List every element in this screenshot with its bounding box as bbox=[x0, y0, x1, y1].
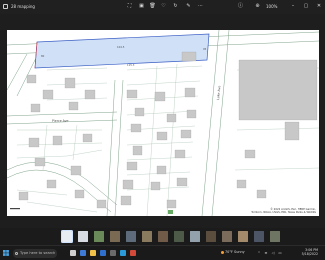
edge-icon[interactable] bbox=[80, 250, 86, 256]
minimize-button[interactable]: – bbox=[289, 3, 297, 10]
title-bar: 28 mapping ⛶ ▣ 🗑 ♡ ↻ ✎ ⋯ ⓘ ⊕ 100% – ▢ ✕ bbox=[0, 0, 325, 14]
task-view-icon[interactable] bbox=[70, 250, 76, 256]
chrome-icon[interactable] bbox=[130, 250, 136, 256]
network-icon[interactable]: ≡ bbox=[264, 251, 268, 255]
chevron-up-icon[interactable]: ^ bbox=[257, 251, 261, 255]
delete-icon[interactable]: 🗑 bbox=[149, 3, 156, 10]
green-marker-icon bbox=[168, 210, 173, 214]
map-image[interactable]: Pierce Ave Lake Ave 104.5 80 115.3 95 © … bbox=[7, 30, 319, 216]
window-title: 28 mapping bbox=[11, 4, 35, 9]
filmstrip-thumb[interactable] bbox=[94, 231, 104, 242]
sun-icon bbox=[221, 250, 224, 254]
maximize-button[interactable]: ▢ bbox=[302, 3, 310, 10]
filmstrip-thumb[interactable] bbox=[254, 231, 264, 242]
filmstrip-thumb[interactable] bbox=[174, 231, 184, 242]
taskbar-search[interactable]: Type here to search bbox=[13, 249, 57, 258]
volume-icon[interactable]: ◁ bbox=[271, 251, 275, 255]
filmstrip bbox=[0, 228, 325, 245]
photos-icon[interactable] bbox=[120, 250, 126, 256]
crop-icon[interactable]: ▣ bbox=[138, 3, 145, 10]
filmstrip-thumb[interactable] bbox=[61, 230, 73, 243]
info-icon[interactable]: ⓘ bbox=[237, 3, 244, 10]
filmstrip-thumb[interactable] bbox=[206, 231, 216, 242]
taskbar-clock[interactable]: 3:06 PM 5/18/2022 bbox=[296, 248, 318, 257]
parcel-map: Pierce Ave Lake Ave 104.5 80 115.3 95 bbox=[7, 30, 319, 216]
fullscreen-icon[interactable]: ⛶ bbox=[126, 3, 133, 10]
file-icon bbox=[3, 4, 8, 9]
taskbar: Type here to search 70°F Sunny ^ ≡ ◁ ▭ 3… bbox=[0, 245, 325, 260]
zoom-in-icon[interactable]: ⊕ bbox=[254, 3, 261, 10]
filmstrip-thumb[interactable] bbox=[270, 231, 280, 242]
filmstrip-thumb[interactable] bbox=[126, 231, 136, 242]
store-icon[interactable] bbox=[110, 250, 116, 256]
windows-start-icon[interactable] bbox=[3, 250, 9, 256]
filmstrip-thumb[interactable] bbox=[158, 231, 168, 242]
photos-app: 28 mapping ⛶ ▣ 🗑 ♡ ↻ ✎ ⋯ ⓘ ⊕ 100% – ▢ ✕ bbox=[0, 0, 325, 260]
rotate-icon[interactable]: ↻ bbox=[172, 3, 179, 10]
file-explorer-icon[interactable] bbox=[90, 250, 96, 256]
map-attribution: © 2022 ArcGIS. Esri, HERE Garmin, Tomtom… bbox=[251, 208, 316, 214]
filmstrip-thumb[interactable] bbox=[190, 231, 200, 242]
lot-label-2: 80 bbox=[41, 54, 45, 58]
weather-widget[interactable]: 70°F Sunny bbox=[221, 250, 245, 254]
edit-icon[interactable]: ✎ bbox=[185, 3, 192, 10]
filmstrip-thumb[interactable] bbox=[142, 231, 152, 242]
lot-label-4: 95 bbox=[203, 47, 207, 51]
filmstrip-thumb[interactable] bbox=[78, 231, 88, 242]
lot-label-3: 115.3 bbox=[127, 63, 135, 67]
more-icon[interactable]: ⋯ bbox=[197, 3, 204, 10]
zoom-level[interactable]: 100% bbox=[266, 4, 277, 9]
filmstrip-thumb[interactable] bbox=[110, 231, 120, 242]
battery-icon[interactable]: ▭ bbox=[278, 251, 282, 255]
favorite-icon[interactable]: ♡ bbox=[160, 3, 167, 10]
close-button[interactable]: ✕ bbox=[315, 3, 323, 10]
lot-label-1: 104.5 bbox=[117, 45, 125, 49]
search-icon bbox=[15, 251, 18, 255]
street-label-pierce: Pierce Ave bbox=[52, 119, 69, 123]
mail-icon[interactable] bbox=[100, 250, 106, 256]
filmstrip-thumb[interactable] bbox=[222, 231, 232, 242]
filmstrip-thumb[interactable] bbox=[238, 231, 248, 242]
